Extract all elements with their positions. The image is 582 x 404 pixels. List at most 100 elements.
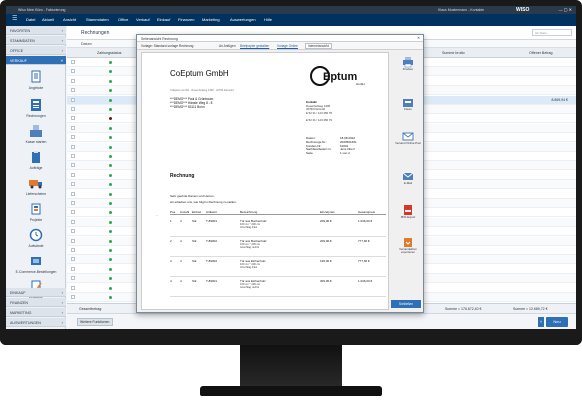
sidebar-item-rechnungen[interactable]: Rechnungen xyxy=(6,96,66,122)
template-online-link[interactable]: Vorlage Online xyxy=(277,44,298,48)
sidebar-section-finanzen[interactable]: FINANZEN › xyxy=(6,298,66,307)
new-button[interactable]: Neu xyxy=(546,317,568,327)
row-checkbox[interactable] xyxy=(71,78,75,83)
letterhead-link[interactable]: Briefpapier gestalten xyxy=(240,44,269,48)
items-header-cell: Einheit xyxy=(192,210,202,214)
row-checkbox[interactable] xyxy=(71,69,75,74)
sidebar-section-favoriten[interactable]: FAVORITEN › xyxy=(6,26,66,35)
row-checkbox[interactable] xyxy=(71,210,75,215)
row-checkbox[interactable] xyxy=(71,266,75,271)
menu-office[interactable]: Office xyxy=(118,17,128,22)
row-checkbox[interactable] xyxy=(71,154,75,158)
dialog-action-5[interactable]: Versandaktion exportieren xyxy=(393,236,423,254)
sidebar-item-aufwaende[interactable]: Aufwände xyxy=(6,226,66,252)
row-checkbox[interactable] xyxy=(71,88,75,93)
view-select[interactable]: Internetansicht xyxy=(305,43,332,49)
row-checkbox[interactable] xyxy=(71,201,75,205)
row-checkbox[interactable] xyxy=(71,116,75,121)
row-checkbox[interactable] xyxy=(71,125,75,130)
row-checkbox[interactable] xyxy=(71,163,75,168)
sidebar-section-marketing[interactable]: MARKETING › xyxy=(6,308,66,317)
sidebar-section-office[interactable]: OFFICE › xyxy=(6,46,66,55)
row-checkbox[interactable] xyxy=(71,295,75,299)
row-checkbox[interactable] xyxy=(71,238,75,243)
dialog-action-4[interactable]: PDF-Export xyxy=(393,204,423,219)
app-menu-icon[interactable]: ☰ xyxy=(12,16,19,23)
status-dot-icon xyxy=(109,89,112,93)
dialog-action-3[interactable]: E-Mail xyxy=(393,170,423,185)
sidebar-item-projekte[interactable]: Projekte xyxy=(6,200,66,226)
row-checkbox[interactable] xyxy=(71,257,75,262)
sidebar-item-label: Kasse starten xyxy=(25,140,47,144)
row-checkbox[interactable] xyxy=(71,135,75,140)
status-dot-icon xyxy=(109,267,112,271)
menu-hilfe[interactable]: Hilfe xyxy=(264,17,272,22)
contact-block: Kontakt: Rosenhofweg 1396 32760 Detmold … xyxy=(306,100,332,123)
status-dot-icon xyxy=(109,230,112,234)
status-dot-icon xyxy=(109,211,112,215)
search-input[interactable]: Alt-Taste... xyxy=(532,29,572,36)
menu-ansicht[interactable]: Ansicht xyxy=(63,17,76,22)
row-checkbox[interactable] xyxy=(71,182,75,187)
chevron-down-icon[interactable]: ˅ xyxy=(538,317,544,327)
sidebar-section-einkauf[interactable]: EINKAUF › xyxy=(6,288,66,297)
svg-text:GmbH: GmbH xyxy=(356,82,365,86)
items-header-cell: Gesamtpreis xyxy=(358,210,376,214)
column-datum[interactable]: Datum xyxy=(81,42,92,46)
dialog-action-2[interactable]: Versand Online-Post xyxy=(393,130,423,145)
company-name: CoEptum GmbH xyxy=(170,69,229,78)
sidebar-item-kasse[interactable]: Kasse starten xyxy=(6,122,66,148)
sidebar-item-auftraege[interactable]: Aufträge xyxy=(6,148,66,174)
menu-marketing[interactable]: Marketing xyxy=(202,17,220,22)
sidebar-section-auswertungen[interactable]: AUSWERTUNGEN › xyxy=(6,318,66,327)
dialog-action-0[interactable]: Drucken xyxy=(393,56,423,71)
column-zahlungsstatus[interactable]: Zahlungsstatus xyxy=(97,51,121,55)
sidebar-item-ecommerce[interactable]: E-Commerce-Bestellungen xyxy=(6,252,66,278)
menu-finanzen[interactable]: Finanzen xyxy=(178,17,194,22)
window-controls[interactable]: — ▢ ✕ xyxy=(559,7,572,12)
more-functions-button[interactable]: Weitere Funktionen xyxy=(77,318,113,326)
row-checkbox[interactable] xyxy=(71,219,75,224)
status-dot-icon xyxy=(109,239,112,243)
close-button[interactable]: Schließen xyxy=(391,300,421,308)
line-item-art: T-89002 xyxy=(206,239,218,243)
sidebar-item-angebote[interactable]: Angebote xyxy=(6,68,66,94)
section-label: EINKAUF xyxy=(10,291,26,295)
row-checkbox[interactable] xyxy=(71,60,75,64)
row-checkbox[interactable] xyxy=(71,229,75,234)
dialog-toolbar: Vorlage: Standard-vorlage Rechnung An An… xyxy=(137,42,423,50)
row-checkbox[interactable] xyxy=(71,107,75,111)
line-item-art: T-89001 xyxy=(206,279,218,283)
row-checkbox[interactable] xyxy=(71,285,75,290)
menu-einkauf[interactable]: Einkauf xyxy=(157,17,170,22)
row-checkbox[interactable] xyxy=(71,191,75,196)
row-checkbox[interactable] xyxy=(71,276,75,281)
status-dot-icon xyxy=(109,70,112,74)
sidebar-section-stammdaten[interactable]: STAMMDATEN › xyxy=(6,36,66,45)
close-icon[interactable]: ✕ xyxy=(417,36,420,40)
address-line: ***DEMO*** 53111 Bonn xyxy=(170,105,205,109)
menu-verkauf[interactable]: Verkauf xyxy=(136,17,150,22)
menu-stammdaten[interactable]: Stammdaten xyxy=(86,17,109,22)
clipboard-icon xyxy=(32,151,40,163)
status-dot-icon xyxy=(109,202,112,205)
menu-datei[interactable]: Datei xyxy=(26,17,35,22)
column-summe-brutto[interactable]: Summe brutto xyxy=(442,51,465,55)
menu-auswertungen[interactable]: Auswertungen xyxy=(230,17,256,22)
column-offener-betrag[interactable]: Offener Betrag xyxy=(529,51,553,55)
sidebar-item-label: E-Commerce-Bestellungen xyxy=(15,270,57,274)
row-checkbox[interactable] xyxy=(71,97,75,102)
attachments-button[interactable]: An Anfügen xyxy=(219,44,235,48)
row-checkbox[interactable] xyxy=(71,248,75,252)
dialog-action-1[interactable]: Faxen xyxy=(393,96,423,111)
menu-aktuell[interactable]: Aktuell xyxy=(42,17,54,22)
sidebar-item-lieferscheine[interactable]: Lieferscheine xyxy=(6,174,66,200)
template-selector[interactable]: Vorlage: Standard-vorlage Rechnung xyxy=(141,44,193,48)
row-checkbox[interactable] xyxy=(71,172,75,177)
sidebar-section-verkauf[interactable]: VERKAUF ˅ xyxy=(6,56,66,65)
sidebar-item-label: Rechnungen xyxy=(26,114,46,118)
print-preview-dialog: Seitenansicht Rechnung ✕ Vorlage: Standa… xyxy=(136,34,424,313)
row-checkbox[interactable] xyxy=(71,144,75,149)
status-dot-icon xyxy=(109,220,112,224)
meta-value: 1 von 2 xyxy=(340,151,350,156)
